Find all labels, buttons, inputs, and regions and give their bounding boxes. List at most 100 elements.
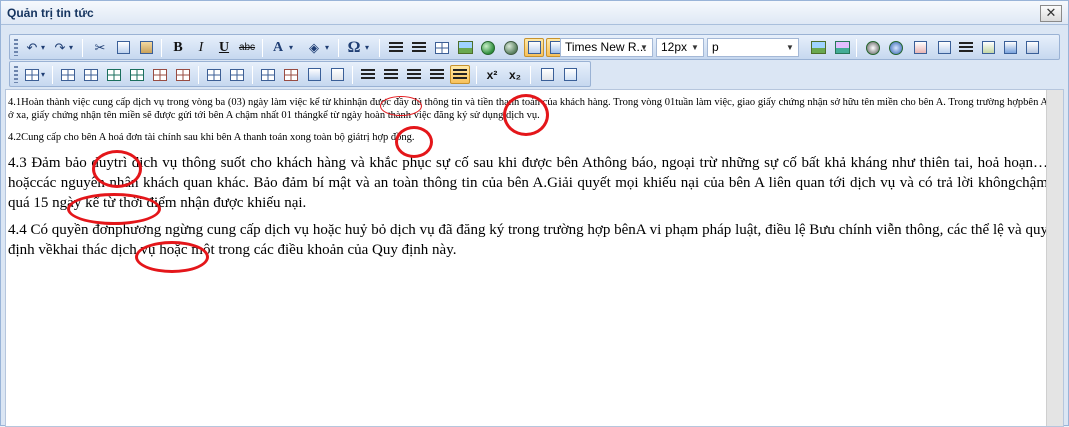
align-left-button[interactable] — [358, 65, 378, 84]
media-button[interactable] — [886, 38, 906, 57]
row-above-icon — [61, 68, 75, 81]
undo-dropdown-icon[interactable]: ▾ — [38, 38, 48, 57]
cell-properties-button[interactable] — [258, 65, 278, 84]
delete-column-button[interactable] — [173, 65, 193, 84]
paste-text-button[interactable] — [978, 38, 998, 57]
align-left-icon — [361, 68, 375, 81]
special-char-button[interactable]: Ω — [344, 38, 364, 57]
image-manager-icon — [810, 41, 826, 54]
image-properties-button[interactable] — [832, 38, 852, 57]
format-text-button[interactable] — [956, 38, 976, 57]
toolbar-row-1: ↶ ▾ ↷ ▾ ✂ B I U abc A ▾ ◈ ▾ Ω ▾ Times Ne… — [9, 34, 1060, 60]
chevron-down-icon: ▼ — [640, 43, 648, 52]
copy-icon — [116, 41, 130, 54]
template-button[interactable] — [934, 38, 954, 57]
cut-button[interactable]: ✂ — [90, 38, 110, 57]
bold-button[interactable]: B — [168, 38, 188, 57]
align-center-icon — [384, 68, 398, 81]
font-color-button[interactable]: A — [268, 38, 288, 57]
strikethrough-button[interactable]: abc — [237, 38, 257, 57]
delete-column-icon — [176, 68, 190, 81]
font-name-select[interactable]: Times New R... ▼ — [560, 38, 653, 57]
design-icon — [527, 41, 541, 54]
underline-button[interactable]: U — [214, 38, 234, 57]
numbered-list-icon — [389, 41, 403, 54]
insert-row-above-button[interactable] — [58, 65, 78, 84]
insert-image-button[interactable] — [455, 38, 475, 57]
annotation-circle — [503, 94, 549, 136]
column-left-icon — [107, 68, 121, 81]
select-all-button[interactable] — [327, 65, 347, 84]
delete-cell-button[interactable] — [281, 65, 301, 84]
image-properties-icon — [834, 41, 850, 54]
media-icon — [889, 40, 903, 55]
document-button[interactable] — [910, 38, 930, 57]
bullet-list-button[interactable] — [409, 38, 429, 57]
table-menu-dropdown-icon[interactable]: ▾ — [38, 65, 48, 84]
superscript-button[interactable]: x² — [482, 65, 502, 84]
format-stripper-icon — [563, 68, 577, 81]
insert-row-below-button[interactable] — [81, 65, 101, 84]
font-size-select[interactable]: 12px ▼ — [656, 38, 704, 57]
paint-bucket-icon: ◈ — [309, 39, 319, 55]
format-text-icon — [959, 41, 973, 54]
align-none-button[interactable] — [450, 65, 470, 84]
image-manager-button[interactable] — [808, 38, 828, 57]
document-icon — [913, 41, 927, 54]
toolbar-grip[interactable] — [14, 39, 18, 56]
split-cells-button[interactable] — [227, 65, 247, 84]
row-below-icon — [84, 68, 98, 81]
insert-column-left-button[interactable] — [104, 65, 124, 84]
paste-button[interactable] — [136, 38, 156, 57]
paragraph-4-3: 4.3 Đảm bảo duytrì dịch vụ thông suốt ch… — [8, 155, 1048, 211]
annotation-circle — [67, 193, 161, 225]
italic-button[interactable]: I — [191, 38, 211, 57]
format-stripper-button[interactable] — [560, 65, 580, 84]
align-right-button[interactable] — [404, 65, 424, 84]
align-right-icon — [407, 68, 421, 81]
toolbar-grip[interactable] — [14, 66, 18, 83]
table-icon — [25, 68, 39, 81]
globe-unlink-icon — [504, 40, 518, 55]
redo-dropdown-icon[interactable]: ▾ — [66, 38, 76, 57]
design-mode-button[interactable] — [524, 38, 544, 57]
align-none-icon — [453, 68, 467, 81]
paste-word-icon — [1003, 41, 1017, 54]
special-char-dropdown-icon[interactable]: ▾ — [362, 38, 372, 57]
table-properties-button[interactable] — [304, 65, 324, 84]
paste-icon — [139, 41, 153, 54]
remove-link-button[interactable] — [501, 38, 521, 57]
subscript-button[interactable]: x₂ — [505, 65, 525, 84]
delete-cell-icon — [284, 68, 298, 81]
align-justify-button[interactable] — [427, 65, 447, 84]
delete-row-button[interactable] — [150, 65, 170, 84]
insert-link-button[interactable] — [478, 38, 498, 57]
font-name-value: Times New R... — [565, 40, 647, 54]
align-center-button[interactable] — [381, 65, 401, 84]
numbered-list-button[interactable] — [386, 38, 406, 57]
vertical-scrollbar[interactable] — [1046, 90, 1063, 426]
image-icon — [457, 41, 473, 54]
flash-button[interactable] — [863, 38, 883, 57]
paragraph-style-select[interactable]: p ▼ — [707, 38, 799, 57]
checkbox-icon — [330, 68, 344, 81]
editor-window: Quản trị tin tức ✕ ↶ ▾ ↷ ▾ ✂ B I U abc A… — [0, 0, 1069, 427]
insert-column-right-button[interactable] — [127, 65, 147, 84]
insert-table-button[interactable] — [432, 38, 452, 57]
font-color-dropdown-icon[interactable]: ▾ — [286, 38, 296, 57]
paste-word-button[interactable] — [1000, 38, 1020, 57]
annotation-circle — [92, 150, 142, 188]
close-button[interactable]: ✕ — [1040, 5, 1062, 22]
highlight-button[interactable]: ◈ — [304, 38, 324, 57]
column-right-icon — [130, 68, 144, 81]
spellcheck-button[interactable] — [1022, 38, 1042, 57]
chevron-down-icon: ▼ — [786, 43, 794, 52]
merge-cells-button[interactable] — [204, 65, 224, 84]
clear-formatting-button[interactable] — [537, 65, 557, 84]
copy-button[interactable] — [113, 38, 133, 57]
cell-properties-icon — [261, 68, 275, 81]
highlight-dropdown-icon[interactable]: ▾ — [322, 38, 332, 57]
spellcheck-icon — [1025, 41, 1039, 54]
bullet-list-icon — [412, 41, 426, 54]
paragraph-style-value: p — [712, 40, 719, 54]
